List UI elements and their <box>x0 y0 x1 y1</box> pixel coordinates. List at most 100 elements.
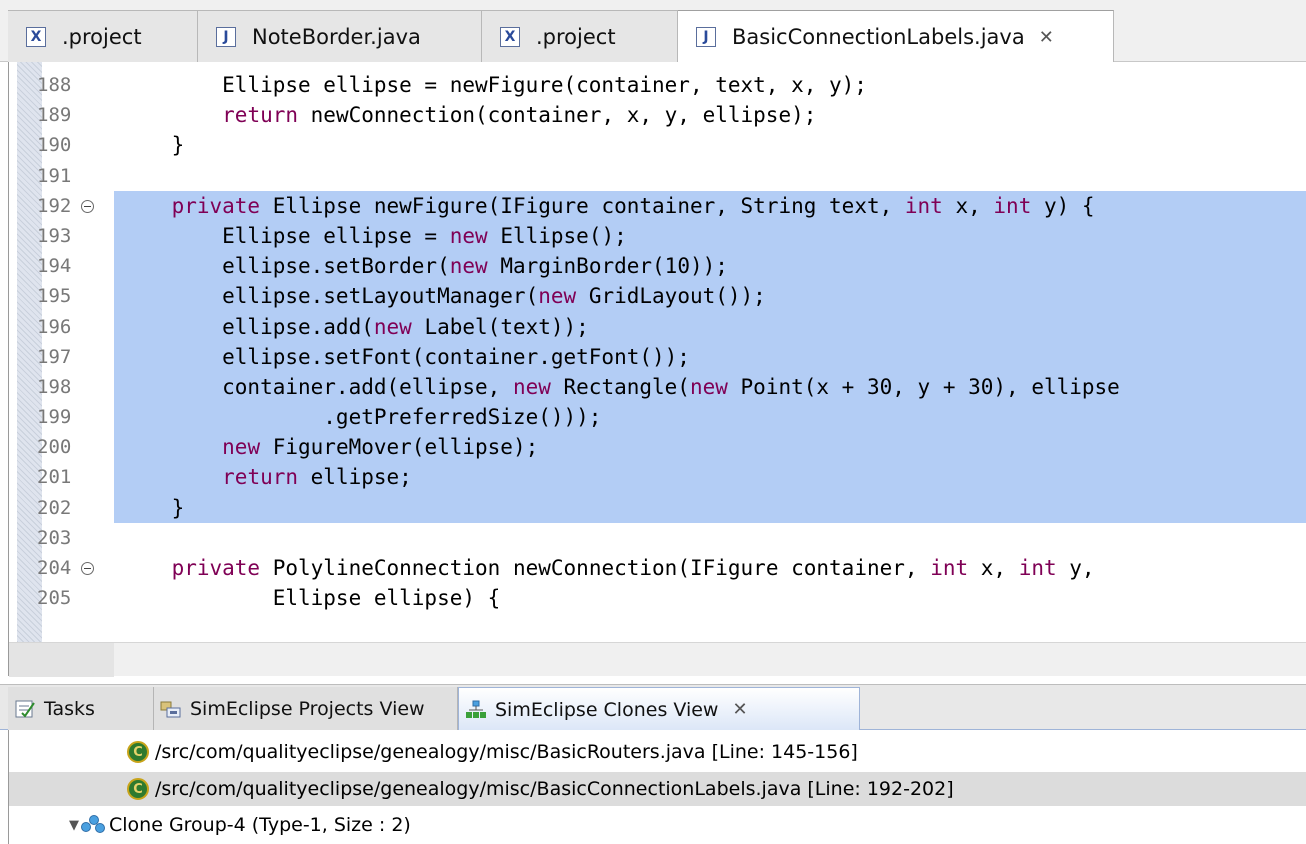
expand-triangle-icon[interactable]: ▼ <box>69 818 79 833</box>
close-icon[interactable]: ✕ <box>1039 27 1054 48</box>
editor-tab-project-2[interactable]: X .project <box>482 10 678 62</box>
line-number: 196 <box>37 315 72 338</box>
projects-view-icon <box>160 699 182 719</box>
line-number: 191 <box>37 164 72 187</box>
editor-tab-project-1[interactable]: X .project <box>8 10 198 62</box>
editor-tab-label: .project <box>536 24 616 49</box>
code-line[interactable]: 196 ellipse.add(new Label(text)); <box>9 311 1306 342</box>
tree-item-label: /src/com/qualityeclipse/genealogy/misc/B… <box>155 741 858 763</box>
code-line[interactable]: 198 container.add(ellipse, new Rectangle… <box>9 371 1306 403</box>
tree-item-clone[interactable]: C /src/com/qualityeclipse/genealogy/misc… <box>9 735 1306 769</box>
view-tab-bar: Tasks SimEclipse Projects View SimEclips… <box>0 684 1306 731</box>
code-token: Ellipse ellipse = newFigure(container, t… <box>121 73 867 97</box>
horizontal-scrollbar[interactable] <box>9 642 1306 677</box>
java-file-icon: J <box>216 26 236 47</box>
code-text: ellipse.add(new Label(text)); <box>121 312 1301 342</box>
code-line[interactable]: 191 <box>9 161 1306 191</box>
keyword-token: new <box>512 374 551 399</box>
code-line[interactable]: 204 private PolylineConnection newConnec… <box>9 553 1306 583</box>
editor-tab-noteborder[interactable]: J NoteBorder.java <box>198 10 482 62</box>
editor-tab-basicconnectionlabels[interactable]: J BasicConnectionLabels.java ✕ <box>678 10 1114 63</box>
code-line[interactable]: 189 return newConnection(container, x, y… <box>9 100 1306 130</box>
code-text: ellipse.setBorder(new MarginBorder(10)); <box>121 251 1301 281</box>
java-file-icon: J <box>696 27 716 47</box>
xml-file-icon: X <box>500 26 520 47</box>
tree-item-clone-selected[interactable]: C /src/com/qualityeclipse/genealogy/misc… <box>9 772 1306 806</box>
tab-label: SimEclipse Projects View <box>190 698 425 720</box>
code-token: Ellipse(); <box>487 223 627 248</box>
keyword-token: int <box>904 193 943 218</box>
xml-file-icon: X <box>26 26 46 47</box>
tree-item-clone-group[interactable]: ▼ Clone Group-4 (Type-1, Size : 2) <box>9 808 1306 842</box>
tree-item-label: Clone Group-4 (Type-1, Size : 2) <box>109 814 411 836</box>
keyword-token: private <box>171 193 261 218</box>
keyword-token: return <box>222 465 299 490</box>
code-token: Rectangle( <box>550 374 690 399</box>
code-line[interactable]: 199 .getPreferredSize())); <box>9 402 1306 433</box>
code-line[interactable]: 193 Ellipse ellipse = new Ellipse(); <box>9 220 1306 252</box>
code-token: PolylineConnection newConnection(IFigure… <box>260 556 931 580</box>
fold-collapse-icon[interactable] <box>81 562 94 575</box>
code-line[interactable]: 205 Ellipse ellipse) { <box>9 583 1306 613</box>
code-line[interactable]: 203 <box>9 523 1306 553</box>
code-text: private Ellipse newFigure(IFigure contai… <box>121 191 1301 221</box>
tab-tasks[interactable]: Tasks <box>8 687 154 731</box>
tasks-icon <box>14 699 36 719</box>
code-token: Point(x + 30, y + 30), ellipse <box>727 374 1120 399</box>
line-number: 193 <box>37 224 72 247</box>
clone-file-icon: C <box>127 741 149 763</box>
close-icon[interactable]: ✕ <box>732 699 747 720</box>
keyword-token: private <box>171 556 261 580</box>
keyword-token: new <box>222 435 261 460</box>
code-token: newConnection(container, x, y, ellipse); <box>298 103 817 128</box>
code-token: .getPreferredSize())); <box>121 405 602 430</box>
code-line[interactable]: 194 ellipse.setBorder(new MarginBorder(1… <box>9 251 1306 282</box>
line-number: 194 <box>37 255 72 278</box>
editor-tab-bar: X .project J NoteBorder.java X .project … <box>0 0 1306 63</box>
code-line[interactable]: 197 ellipse.setFont(container.getFont())… <box>9 341 1306 373</box>
code-editor[interactable]: 188 Ellipse ellipse = newFigure(containe… <box>8 62 1306 677</box>
code-text: return newConnection(container, x, y, el… <box>121 100 1301 130</box>
code-line[interactable]: 192 private Ellipse newFigure(IFigure co… <box>9 190 1306 222</box>
clones-view-icon <box>465 700 487 720</box>
clones-tree: C /src/com/qualityeclipse/genealogy/misc… <box>8 730 1306 844</box>
keyword-token: int <box>1018 556 1057 580</box>
editor-tab-label: BasicConnectionLabels.java <box>732 25 1025 49</box>
code-text: Ellipse ellipse = new Ellipse(); <box>121 221 1301 251</box>
code-token: y, <box>1056 556 1095 580</box>
code-token: x, <box>968 556 1019 580</box>
line-number: 202 <box>37 496 72 519</box>
tab-simeclipse-projects-view[interactable]: SimEclipse Projects View <box>154 687 458 731</box>
code-text: new FigureMover(ellipse); <box>121 432 1301 462</box>
clone-group-icon <box>81 814 107 836</box>
code-line[interactable]: 190 } <box>9 130 1306 160</box>
keyword-token: return <box>222 103 299 128</box>
code-line[interactable]: 200 new FigureMover(ellipse); <box>9 432 1306 463</box>
code-token: y) { <box>1031 193 1095 218</box>
keyword-token: new <box>373 314 412 339</box>
code-text: Ellipse ellipse = newFigure(container, t… <box>121 70 1301 100</box>
code-line[interactable]: 188 Ellipse ellipse = newFigure(containe… <box>9 70 1306 100</box>
code-token: ellipse.setBorder( <box>121 254 450 279</box>
line-number: 188 <box>37 74 72 96</box>
keyword-token: int <box>993 193 1032 218</box>
code-token: Ellipse ellipse = <box>121 223 450 248</box>
code-line[interactable]: 201 return ellipse; <box>9 462 1306 493</box>
code-text: } <box>121 493 1301 523</box>
keyword-token: new <box>449 254 488 279</box>
code-token: } <box>121 133 185 158</box>
code-line[interactable]: 202 } <box>9 492 1306 524</box>
code-lines: 188 Ellipse ellipse = newFigure(containe… <box>9 70 1306 613</box>
code-text: .getPreferredSize())); <box>121 402 1301 432</box>
line-number: 195 <box>37 285 72 308</box>
line-number: 200 <box>37 436 72 459</box>
tab-simeclipse-clones-view[interactable]: SimEclipse Clones View ✕ <box>458 687 860 731</box>
fold-collapse-icon[interactable] <box>81 199 94 213</box>
code-token: } <box>121 495 185 520</box>
code-token: ellipse; <box>298 465 412 490</box>
code-line[interactable]: 195 ellipse.setLayoutManager(new GridLay… <box>9 281 1306 312</box>
code-token: Ellipse newFigure(IFigure container, Str… <box>260 193 905 218</box>
line-number: 201 <box>37 466 72 489</box>
